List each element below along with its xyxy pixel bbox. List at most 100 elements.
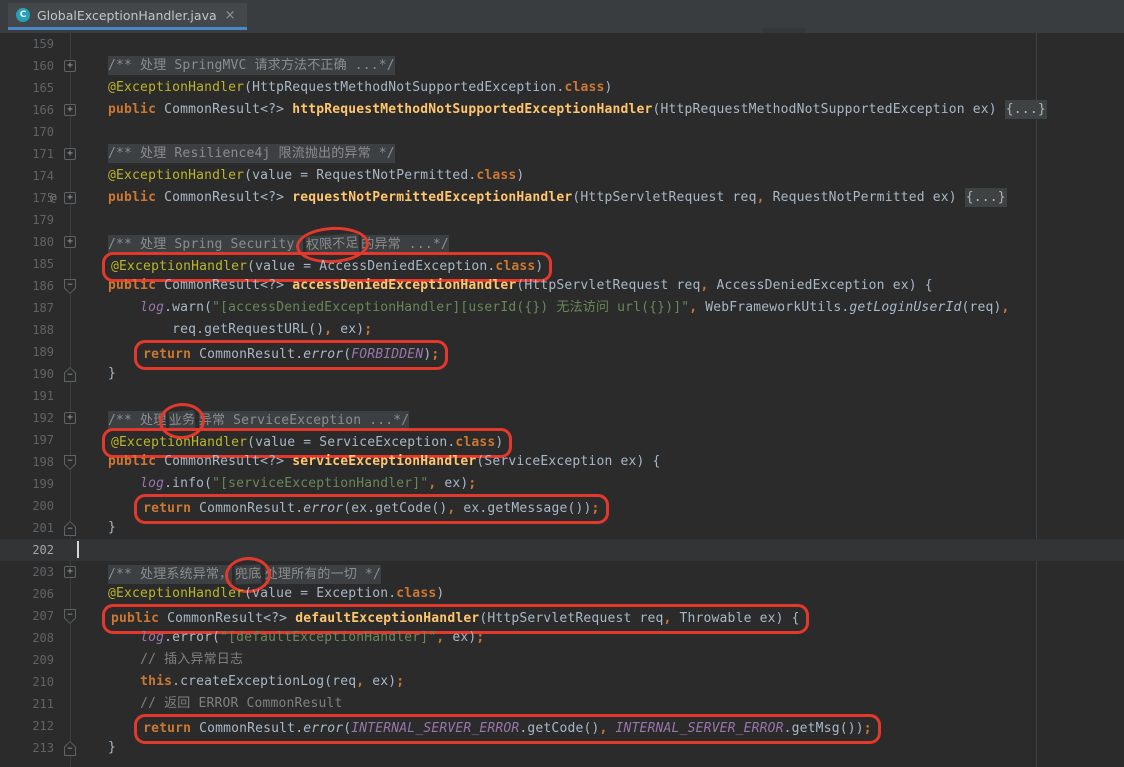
line-number[interactable]: 202 — [0, 539, 54, 561]
fold-collapsed-icon[interactable]: + — [64, 566, 76, 578]
line-number[interactable]: 174 — [0, 165, 54, 187]
line-number[interactable]: 170 — [0, 121, 54, 143]
code-line-175[interactable]: 175@+ public CommonResult<?> requestNotP… — [0, 187, 1124, 209]
gutter-cell — [54, 319, 76, 341]
code-line-201[interactable]: 201− } — [0, 517, 1124, 539]
token: @ExceptionHandler — [111, 259, 247, 274]
line-number[interactable]: 187 — [0, 297, 54, 319]
line-number[interactable]: 212 — [0, 715, 54, 737]
line-number[interactable]: 200 — [0, 495, 54, 517]
code-text: public CommonResult<?> accessDeniedExcep… — [76, 275, 1124, 297]
code-line-166[interactable]: 166+ public CommonResult<?> httpRequestM… — [0, 99, 1124, 121]
code-line-191[interactable]: 191 — [0, 385, 1124, 407]
code-line-207[interactable]: 207− public CommonResult<?> defaultExcep… — [0, 605, 1124, 627]
code-line-159[interactable]: 159 — [0, 33, 1124, 55]
line-number[interactable]: 192 — [0, 407, 54, 429]
code-line-208[interactable]: 208 log.error("[defaultExceptionHandler]… — [0, 627, 1124, 649]
code-line-206[interactable]: 206 @ExceptionHandler(value = Exception.… — [0, 583, 1124, 605]
line-number[interactable]: 160 — [0, 55, 54, 77]
code-line-213[interactable]: 213− } — [0, 737, 1124, 759]
line-number[interactable]: 171 — [0, 143, 54, 165]
token: public — [108, 190, 164, 205]
line-number[interactable]: 201 — [0, 517, 54, 539]
code-line-170[interactable]: 170 — [0, 121, 1124, 143]
code-line-190[interactable]: 190− } — [0, 363, 1124, 385]
line-number[interactable]: 213 — [0, 737, 54, 759]
token: getLoginUserId — [849, 300, 961, 315]
code-text: /** 处理业务异常 ServiceException ...*/ — [76, 407, 1124, 429]
code-line-199[interactable]: 199 log.info("[serviceExceptionHandler]"… — [0, 473, 1124, 495]
line-number[interactable]: 180 — [0, 231, 54, 253]
token: , — [1002, 300, 1010, 315]
line-number[interactable]: 190 — [0, 363, 54, 385]
line-number[interactable]: 209 — [0, 649, 54, 671]
code-line-174[interactable]: 174 @ExceptionHandler(value = RequestNot… — [0, 165, 1124, 187]
code-line-187[interactable]: 187 log.warn("[accessDeniedExceptionHand… — [0, 297, 1124, 319]
line-number[interactable]: 191 — [0, 385, 54, 407]
line-number[interactable]: 185 — [0, 253, 54, 275]
code-line-198[interactable]: 198− public CommonResult<?> serviceExcep… — [0, 451, 1124, 473]
fold-collapsed-icon[interactable]: + — [64, 236, 76, 248]
code-editor[interactable]: 159160+ /** 处理 SpringMVC 请求方法不正确 ...*/16… — [0, 33, 1124, 767]
fold-end-icon[interactable]: − — [64, 741, 76, 756]
fold-open-icon[interactable]: − — [64, 609, 76, 624]
token: .error( — [164, 630, 220, 645]
line-number[interactable]: 189 — [0, 341, 54, 363]
code-text: log.info("[serviceExceptionHandler]", ex… — [76, 473, 1124, 495]
code-line-165[interactable]: 165 @ExceptionHandler(HttpRequestMethodN… — [0, 77, 1124, 99]
token: class — [455, 435, 495, 450]
line-number[interactable]: 159 — [0, 33, 54, 55]
line-number[interactable]: 206 — [0, 583, 54, 605]
code-line-171[interactable]: 171+ /** 处理 Resilience4j 限流抛出的异常 */ — [0, 143, 1124, 165]
gutter-cell — [54, 77, 76, 99]
code-line-212[interactable]: 212 return CommonResult.error(INTERNAL_S… — [0, 715, 1124, 737]
fold-open-icon[interactable]: − — [64, 279, 76, 294]
fold-collapsed-icon[interactable]: + — [64, 148, 76, 160]
code-line-185[interactable]: 185 @ExceptionHandler(value = AccessDeni… — [0, 253, 1124, 275]
code-line-189[interactable]: 189 return CommonResult.error(FORBIDDEN)… — [0, 341, 1124, 363]
code-line-179[interactable]: 179 — [0, 209, 1124, 231]
token — [76, 146, 108, 161]
fold-collapsed-icon[interactable]: + — [64, 104, 76, 116]
fold-end-icon[interactable]: − — [64, 521, 76, 536]
code-line-203[interactable]: 203+ /** 处理系统异常，兜底处理所有的一切 */ — [0, 561, 1124, 583]
code-line-192[interactable]: 192 + /** 处理业务异常 ServiceException ...*/ — [0, 407, 1124, 429]
line-number[interactable]: 211 — [0, 693, 54, 715]
token: ex) — [444, 630, 476, 645]
line-number[interactable]: 197 — [0, 429, 54, 451]
line-number[interactable]: 166 — [0, 99, 54, 121]
code-line-188[interactable]: 188 req.getRequestURL(), ex); — [0, 319, 1124, 341]
fold-end-icon[interactable]: − — [64, 367, 76, 382]
tab-globalexceptionhandler[interactable]: C GlobalExceptionHandler.java × — [8, 3, 247, 30]
code-line-160[interactable]: 160 + /** 处理 SpringMVC 请求方法不正确 ...*/ — [0, 55, 1124, 77]
line-number[interactable]: 175 — [0, 187, 54, 209]
code-line-197[interactable]: 197 @ExceptionHandler(value = ServiceExc… — [0, 429, 1124, 451]
code-line-200[interactable]: 200 return CommonResult.error(ex.getCode… — [0, 495, 1124, 517]
code-text: /** 处理 SpringMVC 请求方法不正确 ...*/ — [76, 55, 1124, 77]
line-number[interactable]: 207 — [0, 605, 54, 627]
line-number[interactable]: 179 — [0, 209, 54, 231]
line-number[interactable]: 210 — [0, 671, 54, 693]
line-number[interactable]: 165 — [0, 77, 54, 99]
code-line-209[interactable]: 209 // 插入异常日志 — [0, 649, 1124, 671]
line-number[interactable]: 203 — [0, 561, 54, 583]
code-text: // 插入异常日志 — [76, 649, 1124, 671]
fold-collapsed-icon[interactable]: + — [64, 412, 76, 424]
code-line-180[interactable]: 180+ /** 处理 Spring Security 权限不足的异常 ...*… — [0, 231, 1124, 253]
code-line-202[interactable]: 202 — [0, 539, 1124, 561]
line-number[interactable]: 208 — [0, 627, 54, 649]
code-line-211[interactable]: 211 // 返回 ERROR CommonResult — [0, 693, 1124, 715]
line-number[interactable]: 186 — [0, 275, 54, 297]
code-line-186[interactable]: 186− public CommonResult<?> accessDenied… — [0, 275, 1124, 297]
tab-close-icon[interactable]: × — [224, 9, 237, 22]
code-line-210[interactable]: 210 this.createExceptionLog(req, ex); — [0, 671, 1124, 693]
fold-open-icon[interactable]: − — [64, 455, 76, 470]
token: this — [140, 674, 172, 689]
line-number[interactable]: 198 — [0, 451, 54, 473]
token: INTERNAL_SERVER_ERROR — [351, 721, 519, 736]
code-text: @ExceptionHandler(HttpRequestMethodNotSu… — [76, 77, 1124, 99]
fold-collapsed-icon[interactable]: + — [64, 60, 76, 72]
line-number[interactable]: 188 — [0, 319, 54, 341]
fold-collapsed-icon[interactable]: + — [64, 192, 76, 204]
line-number[interactable]: 199 — [0, 473, 54, 495]
